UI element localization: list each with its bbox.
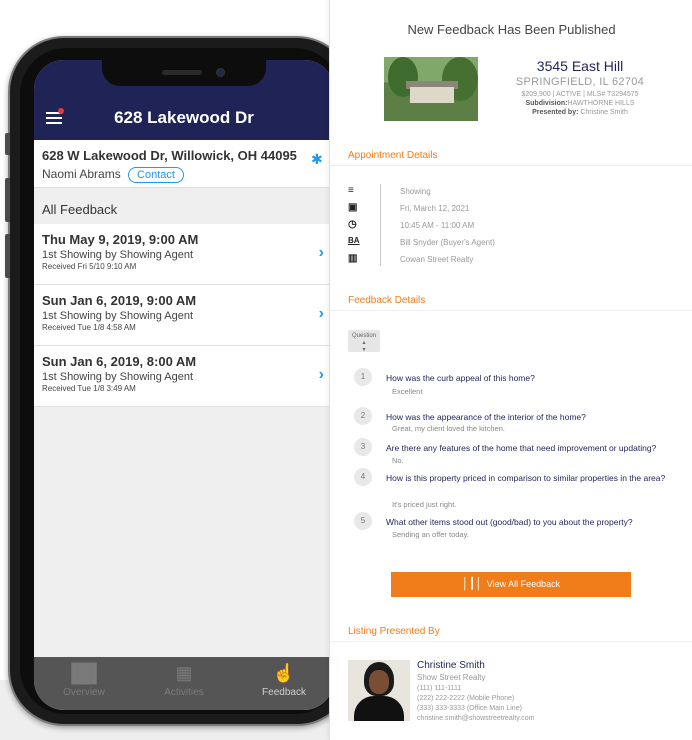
volume-up-button	[5, 178, 10, 222]
listing-presented-by: Presented by: Christine Smith	[532, 109, 628, 116]
question-text: What other items stood out (good/bad) to…	[386, 517, 633, 527]
question-text: How was the curb appeal of this home?	[386, 373, 535, 383]
stage: 628 Lakewood Dr 628 W Lakewood Dr, Willo…	[0, 0, 692, 740]
feedback-date: Sun Jan 6, 2019, 9:00 AM	[42, 293, 197, 308]
clock-icon: ◷	[348, 219, 357, 230]
agent-phone[interactable]: (111) 111-1111	[417, 685, 534, 692]
question-answer: Great, my client loved the kitchen.	[392, 424, 505, 433]
appointment-heading: Appointment Details	[348, 150, 438, 161]
bar-chart-icon: ▐█▌	[64, 663, 104, 683]
building-icon: ▥	[348, 253, 358, 264]
mute-switch	[5, 133, 10, 155]
calendar-icon: ▣	[348, 202, 358, 213]
phone-device: 628 Lakewood Dr 628 W Lakewood Dr, Willo…	[5, 36, 353, 726]
speaker-grille	[162, 70, 202, 75]
contact-button[interactable]: Contact	[128, 167, 184, 183]
agent-avatar	[348, 660, 410, 721]
section-title: All Feedback	[42, 202, 118, 217]
listing-address: 628 W Lakewood Dr, Willowick, OH 44095	[42, 148, 297, 163]
question-answer: Sending an offer today.	[392, 530, 469, 539]
divider	[380, 184, 381, 266]
chevron-right-icon: ›	[318, 305, 324, 322]
divider	[330, 310, 692, 311]
agent-name: Christine Smith	[417, 660, 485, 671]
question-text: Are there any features of the home that …	[386, 443, 657, 453]
thumbs-up-icon: ☝	[272, 663, 296, 683]
question-number: 1	[354, 368, 372, 386]
tab-label: Overview	[63, 687, 105, 698]
tab-overview[interactable]: ▐█▌ Overview	[34, 663, 134, 698]
listing-meta: $209,900 | ACTIVE | MLS# T3294575	[521, 91, 639, 98]
feedback-date: Sun Jan 6, 2019, 8:00 AM	[42, 354, 197, 369]
phone-notch	[102, 60, 266, 86]
feedback-list: Thu May 9, 2019, 9:00 AM 1st Showing by …	[34, 224, 334, 407]
chevron-right-icon: ›	[318, 366, 324, 383]
feedback-subtitle: 1st Showing by Showing Agent	[42, 310, 194, 322]
bar-chart-icon: │┃│	[461, 578, 483, 590]
ba-icon: BA	[348, 236, 360, 245]
gear-icon[interactable]: ✱	[311, 152, 325, 166]
listing-subdivision: Subdivision:HAWTHORNE HILLS	[525, 100, 635, 107]
feedback-subtitle: 1st Showing by Showing Agent	[42, 249, 194, 261]
question-text: How is this property priced in compariso…	[386, 473, 666, 483]
listing-info: 3545 East Hill SPRINGFIELD, IL 62704 $20…	[500, 58, 660, 116]
agent-email[interactable]: christine.smith@showstreetrealty.com	[417, 715, 534, 722]
feedback-date: Thu May 9, 2019, 9:00 AM	[42, 232, 199, 247]
chevron-right-icon: ›	[318, 244, 324, 261]
divider	[330, 641, 692, 642]
question-number: 2	[354, 407, 372, 425]
phone-screen: 628 Lakewood Dr 628 W Lakewood Dr, Willo…	[34, 60, 334, 710]
sort-arrows-icon: ▴ ▾	[362, 340, 366, 353]
agent-company: Show Street Realty	[417, 673, 486, 682]
question-answer: Excellent	[392, 387, 423, 396]
sign-icon: ≡	[348, 185, 354, 196]
feedback-subtitle: 1st Showing by Showing Agent	[42, 371, 194, 383]
email-title: New Feedback Has Been Published	[407, 22, 616, 37]
page-title: 628 Lakewood Dr	[114, 108, 254, 127]
question-number: 4	[354, 468, 372, 486]
presented-heading: Listing Presented By	[348, 626, 440, 637]
listing-photo	[384, 57, 478, 121]
tab-label: Activities	[164, 687, 204, 698]
feedback-item[interactable]: Sun Jan 6, 2019, 8:00 AM 1st Showing by …	[34, 346, 334, 407]
question-text: How was the appearance of the interior o…	[386, 412, 586, 422]
agent-office-phone[interactable]: (333) 333-3333 (Office Main Line)	[417, 705, 534, 712]
feedback-item[interactable]: Sun Jan 6, 2019, 9:00 AM 1st Showing by …	[34, 285, 334, 346]
feedback-received: Received Tue 1/8 4:58 AM	[42, 323, 136, 332]
agent-mobile-phone[interactable]: (222) 222-2222 (Mobile Phone)	[417, 695, 534, 702]
listing-city: SPRINGFIELD, IL 62704	[515, 76, 645, 88]
owner-name: Naomi Abrams	[42, 167, 121, 182]
volume-down-button	[5, 234, 10, 278]
question-answer: It's priced just right.	[392, 500, 457, 509]
question-answer: No.	[392, 456, 404, 465]
tab-label: Feedback	[262, 687, 306, 698]
view-all-feedback-button[interactable]: │┃│ View All Feedback	[391, 572, 631, 597]
address-card: 628 W Lakewood Dr, Willowick, OH 44095 N…	[34, 140, 334, 188]
camera	[216, 68, 225, 77]
feedback-received: Received Fri 5/10 9:10 AM	[42, 262, 137, 271]
tab-feedback[interactable]: ☝ Feedback	[234, 663, 334, 698]
divider	[330, 165, 692, 166]
feedback-email: New Feedback Has Been Published 3545 Eas…	[329, 0, 692, 740]
listing-street: 3545 East Hill	[536, 58, 624, 74]
calendar-icon: ▦	[175, 663, 193, 683]
question-number: 3	[354, 438, 372, 456]
tab-activities[interactable]: ▦ Activities	[134, 663, 234, 698]
feedback-heading: Feedback Details	[348, 295, 426, 306]
tab-bar: ▐█▌ Overview ▦ Activities ☝ Feedback	[34, 657, 334, 710]
question-sort-select[interactable]: Question ▴ ▾	[348, 330, 380, 353]
owner-line: Naomi Abrams Contact	[42, 167, 184, 183]
agent-info: Christine Smith Show Street Realty (111)…	[417, 660, 534, 722]
question-number: 5	[354, 512, 372, 530]
feedback-item[interactable]: Thu May 9, 2019, 9:00 AM 1st Showing by …	[34, 224, 334, 285]
feedback-received: Received Tue 1/8 3:49 AM	[42, 384, 136, 393]
